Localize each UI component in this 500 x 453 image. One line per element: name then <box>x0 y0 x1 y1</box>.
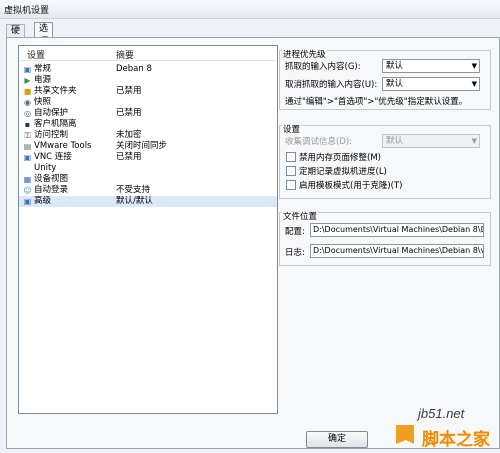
log-path-label: 日志: <box>285 248 305 258</box>
list-item-device-view[interactable]: ▦ 设备视图 <box>19 174 277 185</box>
priority-group-title: 进程优先级 <box>282 48 327 60</box>
list-item-vnc[interactable]: ▣ VNC 连接 已禁用 <box>19 152 277 163</box>
ungrab-input-dropdown[interactable]: 默认 ▼ <box>382 77 480 91</box>
unity-icon <box>23 164 32 173</box>
chevron-down-icon: ▼ <box>471 137 477 145</box>
template-mode-label: 启用模板模式(用于克隆)(T) <box>299 181 403 191</box>
list-item-access-control[interactable]: ⚿ 访问控制 未加密 <box>19 130 277 141</box>
template-mode-checkbox[interactable] <box>286 180 296 190</box>
options-panel: 设置 摘要 ▣ 常规 Deban 8 ▶ 电源 ■ 共享文件夹 已禁用 ◉ 快照… <box>6 37 500 449</box>
log-path-field[interactable]: D:\Documents\Virtual Machines\Debian 8\v <box>310 244 484 258</box>
advanced-icon: ▣ <box>23 197 32 206</box>
chevron-down-icon: ▼ <box>471 62 477 70</box>
ok-button[interactable]: 确定 <box>306 431 368 448</box>
grab-input-dropdown[interactable]: 默认 ▼ <box>382 59 480 73</box>
general-icon: ▣ <box>23 65 32 74</box>
watermark-name: 脚本之家 <box>422 430 490 449</box>
tab-hardware[interactable]: 硬件 <box>6 24 26 49</box>
settings-group-title: 设置 <box>282 123 302 135</box>
vnc-icon: ▣ <box>23 153 32 162</box>
priority-hint: 通过"编辑">"首选项">"优先级"指定默认设置。 <box>285 97 468 107</box>
log-progress-checkbox[interactable] <box>286 166 296 176</box>
list-item-power[interactable]: ▶ 电源 <box>19 75 277 86</box>
chevron-down-icon: ▼ <box>471 80 477 88</box>
list-item-general[interactable]: ▣ 常规 Deban 8 <box>19 64 277 75</box>
ungrab-input-label: 取消抓取的输入内容(U): <box>285 80 378 90</box>
file-location-group: 文件位置 配置: D:\Documents\Virtual Machines\D… <box>279 210 491 266</box>
file-location-group-title: 文件位置 <box>282 210 319 222</box>
list-item-advanced[interactable]: ▣ 高级 默认/默认 <box>19 196 277 207</box>
list-item-autologin[interactable]: ☺ 自动登录 不受支持 <box>19 185 277 196</box>
watermark-logo-icon <box>392 422 418 448</box>
priority-group: 进程优先级 抓取的输入内容(G): 默认 ▼ 取消抓取的输入内容(U): 默认 … <box>279 48 491 110</box>
shared-folders-icon: ■ <box>23 87 32 96</box>
disable-page-trimming-label: 禁用内存页面修整(M) <box>299 153 381 163</box>
list-item-shared-folders[interactable]: ■ 共享文件夹 已禁用 <box>19 86 277 97</box>
list-item-snapshot[interactable]: ◉ 快照 <box>19 97 277 108</box>
config-path-label: 配置: <box>285 227 305 237</box>
options-list[interactable]: 设置 摘要 ▣ 常规 Deban 8 ▶ 电源 ■ 共享文件夹 已禁用 ◉ 快照… <box>18 45 278 414</box>
autologin-icon: ☺ <box>23 186 32 195</box>
disable-page-trimming-checkbox[interactable] <box>286 152 296 162</box>
watermark-site: jb51.net <box>418 406 465 421</box>
list-item-unity[interactable]: Unity <box>19 163 277 174</box>
window-title: 虚拟机设置 <box>4 6 50 16</box>
debug-info-dropdown[interactable]: 默认 ▼ <box>382 134 480 148</box>
list-item-vmware-tools[interactable]: ▤ VMware Tools 关闭时间同步 <box>19 141 277 152</box>
snapshot-icon: ◉ <box>24 98 31 107</box>
power-icon: ▶ <box>24 76 31 85</box>
title-bar: 虚拟机设置 <box>0 0 500 19</box>
autoprotect-icon: ◎ <box>24 109 31 118</box>
vmware-tools-icon: ▤ <box>23 142 32 151</box>
list-item-autoprotect[interactable]: ◎ 自动保护 已禁用 <box>19 108 277 119</box>
debug-info-label: 收集调试信息(D): <box>285 137 353 147</box>
list-header-divider <box>19 60 277 61</box>
grab-input-label: 抓取的输入内容(G): <box>285 62 361 72</box>
list-item-isolation[interactable]: ▪ 客户机隔离 <box>19 119 277 130</box>
device-view-icon: ▦ <box>23 175 32 184</box>
config-path-field[interactable]: D:\Documents\Virtual Machines\Debian 8\D <box>310 223 484 237</box>
isolation-icon: ▪ <box>24 120 31 129</box>
log-progress-label: 定期记录虚拟机进度(L) <box>299 167 387 177</box>
settings-group: 设置 收集调试信息(D): 默认 ▼ 禁用内存页面修整(M) 定期记录虚拟机进度… <box>279 123 491 199</box>
access-control-icon: ⚿ <box>24 131 31 140</box>
